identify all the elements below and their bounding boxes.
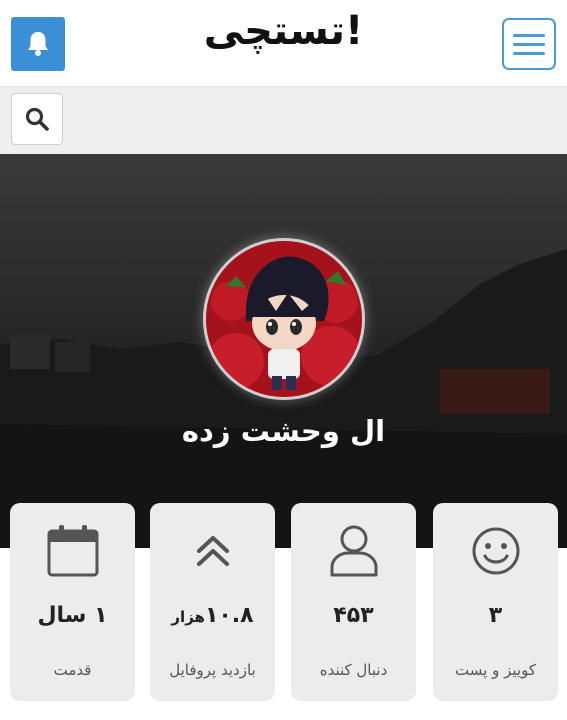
hamburger-icon-bar-3 bbox=[513, 51, 545, 55]
stat-card-age[interactable]: ۱ سال قدمت bbox=[10, 503, 135, 701]
stat-value-profile-views: ۱۰.۸هزار bbox=[150, 603, 275, 628]
stat-card-followers[interactable]: ۴۵۳ دنبال کننده bbox=[291, 503, 416, 701]
stat-label-age: قدمت bbox=[53, 661, 92, 679]
stat-value-unit: هزار bbox=[171, 608, 205, 626]
avatar-image bbox=[206, 241, 362, 397]
stat-label-profile-views: بازدید پروفایل bbox=[169, 661, 256, 679]
profile-avatar[interactable] bbox=[203, 238, 365, 400]
profile-stats: ۱ سال قدمت ۱۰.۸هزار بازدید پروفایل ۴۵۳ د… bbox=[0, 503, 567, 720]
stat-label-followers: دنبال کننده bbox=[319, 661, 388, 679]
stat-value-followers: ۴۵۳ bbox=[333, 603, 374, 628]
menu-button[interactable] bbox=[502, 18, 556, 70]
search-button[interactable] bbox=[11, 93, 63, 145]
hamburger-icon-bar-1 bbox=[513, 33, 545, 37]
search-bar bbox=[0, 86, 567, 154]
stat-value-number: ۱۰.۸ bbox=[204, 603, 254, 628]
user-icon bbox=[291, 521, 416, 581]
double-chevron-up-icon bbox=[150, 521, 275, 581]
hamburger-icon-bar-2 bbox=[513, 42, 545, 46]
top-header: تستچی! bbox=[0, 0, 567, 86]
calendar-icon bbox=[10, 521, 135, 581]
smiley-icon bbox=[433, 521, 558, 581]
stat-label-quizzes-posts: کوییز و پست bbox=[455, 661, 536, 679]
stat-value-quizzes-posts: ۳ bbox=[488, 603, 503, 628]
stat-value-age: ۱ سال bbox=[37, 603, 108, 628]
stat-card-profile-views[interactable]: ۱۰.۸هزار بازدید پروفایل bbox=[150, 503, 275, 701]
profile-cover: ال وحشت زده bbox=[0, 154, 567, 548]
site-logo[interactable]: تستچی! bbox=[0, 8, 567, 54]
stat-card-quizzes-posts[interactable]: ۳ کوییز و پست bbox=[433, 503, 558, 701]
search-icon bbox=[25, 107, 49, 131]
profile-name: ال وحشت زده bbox=[181, 414, 386, 448]
